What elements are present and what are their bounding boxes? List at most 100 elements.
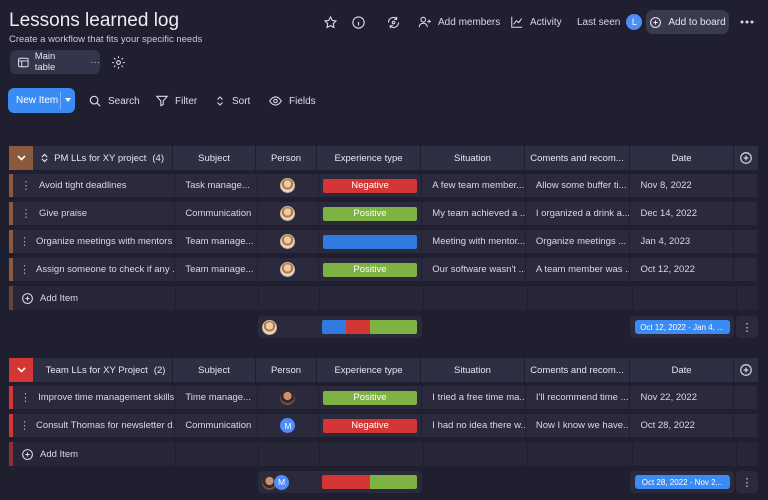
column-header-date[interactable]: Date: [630, 146, 734, 170]
subject-cell[interactable]: Team manage...: [175, 230, 258, 253]
drag-handle-icon[interactable]: ⋮: [19, 263, 30, 276]
add-item-button[interactable]: Add Item: [13, 442, 176, 466]
item-name-cell[interactable]: ⋮ Avoid tight deadlines: [13, 174, 176, 197]
person-cell[interactable]: [258, 174, 319, 197]
subject-cell[interactable]: Time manage...: [175, 386, 258, 409]
subject-cell[interactable]: Communication: [175, 202, 258, 225]
experience-cell[interactable]: Positive: [319, 202, 423, 225]
add-to-board-button[interactable]: Add to board: [646, 10, 729, 34]
search-button[interactable]: Search: [88, 92, 140, 110]
person-cell[interactable]: [258, 230, 319, 253]
group-title[interactable]: PM LLs for XY project (4): [33, 146, 173, 170]
last-seen-button[interactable]: Last seen L: [577, 12, 643, 32]
collapse-group-button[interactable]: [9, 146, 33, 170]
experience-cell[interactable]: Positive: [319, 386, 423, 409]
situation-cell[interactable]: My team achieved a ...: [422, 202, 526, 225]
star-icon[interactable]: [320, 12, 340, 32]
comments-cell[interactable]: Now I know we have...: [526, 414, 631, 437]
more-options-icon[interactable]: [738, 12, 756, 32]
filter-icon: [155, 95, 169, 107]
table-row[interactable]: ⋮ Assign someone to check if any ... Team…: [9, 258, 758, 282]
column-header-experience-type[interactable]: Experience type: [317, 146, 421, 170]
person-cell[interactable]: [258, 202, 319, 225]
fields-button[interactable]: Fields: [268, 92, 316, 110]
column-header-situation[interactable]: Situation: [421, 146, 525, 170]
date-cell[interactable]: Jan 4, 2023: [630, 230, 735, 253]
date-cell[interactable]: Nov 22, 2022: [630, 386, 735, 409]
activity-button[interactable]: Activity: [510, 12, 562, 32]
column-header-date[interactable]: Date: [630, 358, 734, 382]
person-cell[interactable]: M: [258, 414, 319, 437]
situation-cell[interactable]: A few team member...: [422, 174, 526, 197]
chevron-down-icon[interactable]: [65, 98, 71, 102]
add-item-button[interactable]: Add Item: [13, 286, 176, 310]
add-item-row[interactable]: Add Item: [9, 286, 758, 310]
summary-more-icon[interactable]: ⋮: [736, 316, 758, 338]
comments-cell[interactable]: I organized a drink a...: [526, 202, 631, 225]
comments-cell[interactable]: A team member was ...: [526, 258, 631, 281]
new-item-button[interactable]: New Item: [8, 88, 75, 113]
item-name-cell[interactable]: ⋮ Improve time management skills: [13, 386, 176, 409]
drag-handle-icon[interactable]: ⋮: [19, 179, 33, 192]
add-item-row[interactable]: Add Item: [9, 442, 758, 466]
collapse-group-button[interactable]: [9, 358, 33, 382]
add-to-board-label: Add to board: [668, 16, 726, 28]
situation-cell[interactable]: Meeting with mentor...: [422, 230, 526, 253]
sort-button[interactable]: Sort: [214, 92, 250, 110]
situation-cell[interactable]: I had no idea there w...: [422, 414, 526, 437]
sync-icon[interactable]: [383, 12, 403, 32]
date-cell[interactable]: Oct 12, 2022: [630, 258, 735, 281]
column-header-person[interactable]: Person: [256, 358, 317, 382]
item-name-cell[interactable]: ⋮ Give praise: [13, 202, 176, 225]
table-row[interactable]: ⋮ Organize meetings with mentors ... Team…: [9, 230, 758, 254]
drag-handle-icon[interactable]: ⋮: [19, 419, 30, 432]
experience-cell[interactable]: Negative: [319, 174, 423, 197]
sort-icon[interactable]: [41, 153, 48, 163]
experience-cell[interactable]: [319, 230, 423, 253]
drag-handle-icon[interactable]: ⋮: [19, 391, 32, 404]
tab-more-icon[interactable]: ···: [91, 57, 101, 68]
person-cell[interactable]: [258, 258, 319, 281]
table-row[interactable]: ⋮ Improve time management skills Time man…: [9, 386, 758, 410]
date-cell[interactable]: Nov 8, 2022: [630, 174, 735, 197]
situation-cell[interactable]: Our software wasn't ...: [422, 258, 526, 281]
comments-cell[interactable]: I'll recommend time ...: [526, 386, 631, 409]
person-cell[interactable]: [258, 386, 319, 409]
add-members-button[interactable]: Add members: [418, 12, 500, 32]
column-header-situation[interactable]: Situation: [421, 358, 525, 382]
subject-cell[interactable]: Task manage...: [175, 174, 258, 197]
item-name-cell[interactable]: ⋮ Consult Thomas for newsletter d...: [13, 414, 176, 437]
table-row[interactable]: ⋮ Consult Thomas for newsletter d... Comm…: [9, 414, 758, 438]
comments-cell[interactable]: Organize meetings ...: [526, 230, 631, 253]
column-header-comments[interactable]: Coments and recom...: [525, 146, 630, 170]
date-cell[interactable]: Oct 28, 2022: [630, 414, 735, 437]
table-row[interactable]: ⋮ Give praise Communication Positive My t…: [9, 202, 758, 226]
situation-cell[interactable]: I tried a free time ma...: [422, 386, 526, 409]
filter-button[interactable]: Filter: [155, 92, 197, 110]
comments-cell[interactable]: Allow some buffer ti...: [526, 174, 631, 197]
gear-icon[interactable]: [109, 52, 127, 72]
board-title[interactable]: Lessons learned log: [9, 10, 179, 32]
drag-handle-icon[interactable]: ⋮: [19, 207, 33, 220]
drag-handle-icon[interactable]: ⋮: [19, 235, 30, 248]
info-icon[interactable]: [348, 12, 368, 32]
column-header-subject[interactable]: Subject: [173, 358, 256, 382]
item-name-cell[interactable]: ⋮ Organize meetings with mentors ...: [13, 230, 176, 253]
add-column-button[interactable]: [734, 146, 758, 170]
item-name: Give praise: [38, 208, 88, 219]
column-header-subject[interactable]: Subject: [173, 146, 256, 170]
subject-cell[interactable]: Communication: [175, 414, 258, 437]
group-title[interactable]: Team LLs for XY Project (2): [33, 358, 173, 382]
summary-more-icon[interactable]: ⋮: [736, 471, 758, 493]
item-name-cell[interactable]: ⋮ Assign someone to check if any ...: [13, 258, 176, 281]
tab-main-table[interactable]: Main table ···: [10, 50, 100, 74]
add-column-button[interactable]: [734, 358, 758, 382]
column-header-person[interactable]: Person: [256, 146, 317, 170]
table-row[interactable]: ⋮ Avoid tight deadlines Task manage... Ne…: [9, 174, 758, 198]
column-header-comments[interactable]: Coments and recom...: [525, 358, 630, 382]
subject-cell[interactable]: Team manage...: [175, 258, 258, 281]
date-cell[interactable]: Dec 14, 2022: [630, 202, 735, 225]
column-header-experience-type[interactable]: Experience type: [317, 358, 421, 382]
experience-cell[interactable]: Positive: [319, 258, 423, 281]
experience-cell[interactable]: Negative: [319, 414, 423, 437]
